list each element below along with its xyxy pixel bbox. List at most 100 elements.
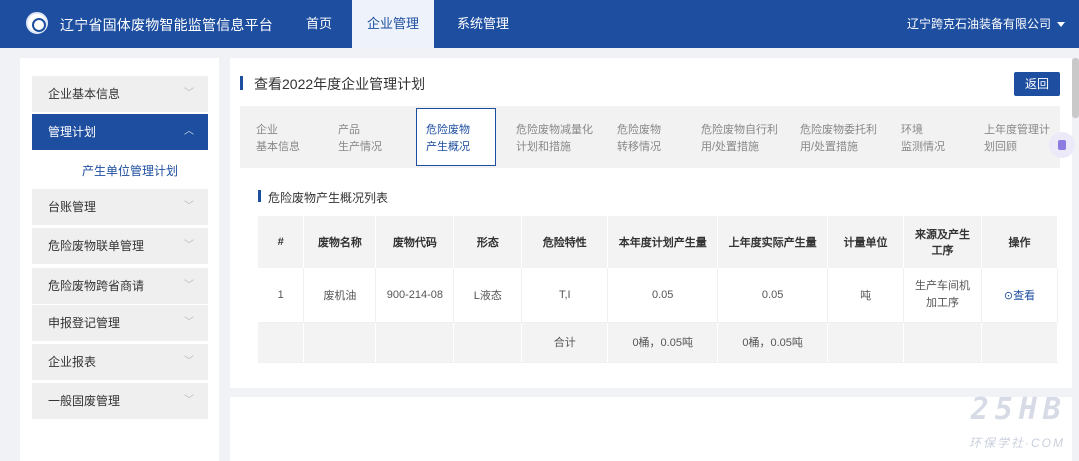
cell-waste-name: 废机油 <box>303 268 377 323</box>
tab-label-line1: 环境 <box>901 124 923 136</box>
tab-label-line1: 上年度管理计 <box>984 124 1050 136</box>
chevron-down-icon: ﹀ <box>184 356 194 367</box>
view-link[interactable]: ⊙查看 <box>1004 290 1035 302</box>
sidebar-item-label: 一般固废管理 <box>48 394 121 408</box>
cell-total-plan: 0桶，0.05吨 <box>607 322 719 363</box>
sidebar-item-reports[interactable]: 企业报表 ﹀ <box>32 344 208 380</box>
column-header: 操作 <box>981 216 1059 268</box>
cell-empty <box>903 322 982 363</box>
column-header: # <box>258 216 305 268</box>
tab-label-line2: 转移情况 <box>617 141 661 153</box>
cell-empty <box>453 322 523 363</box>
sidebar-item-enterprise-info[interactable]: 企业基本信息 ﹀ <box>32 76 208 112</box>
tab-monitoring[interactable]: 环境 监测情况 <box>891 108 945 166</box>
table-row: 1 废机油 900-214-08 L液态 T,I 0.05 0.05 吨 生产车… <box>258 268 1059 323</box>
tab-label-line1: 危险废物 <box>426 124 470 136</box>
tab-entrusted-disposal[interactable]: 危险废物委托利 用/处置措施 <box>790 108 877 166</box>
back-button[interactable]: 返回 <box>1014 72 1060 96</box>
section-accent-bar <box>258 190 261 202</box>
sidebar-item-label: 危险废物跨省商请 <box>48 279 145 293</box>
tab-label-line1: 危险废物 <box>617 124 661 136</box>
assistant-float-button[interactable] <box>1049 132 1075 158</box>
tab-last-year-review[interactable]: 上年度管理计 划回顾 <box>974 108 1050 166</box>
column-header: 本年度计划产生量 <box>607 216 719 268</box>
sidebar-item-manifest[interactable]: 危险废物联单管理 ﹀ <box>32 228 208 264</box>
chevron-down-icon: ﹀ <box>184 317 194 328</box>
cell-total-label: 合计 <box>521 322 609 363</box>
sidebar-item-general-waste[interactable]: 一般固废管理 ﹀ <box>32 383 208 419</box>
sidebar-subitem-producer-plan[interactable]: 产生单位管理计划 <box>32 153 208 189</box>
sidebar-item-label: 危险废物联单管理 <box>48 239 145 253</box>
column-header: 废物代码 <box>375 216 455 268</box>
cell-source: 生产车间机加工序 <box>903 268 982 323</box>
plan-tabs: 企业 基本信息 产品 生产情况 危险废物 产生概况 危险废物减量化 计划和措施 … <box>240 106 1060 168</box>
chevron-down-icon: ﹀ <box>184 395 194 406</box>
tab-label-line2: 产生概况 <box>426 141 470 153</box>
section-title: 危险废物产生概况列表 <box>268 191 389 205</box>
cell-plan-amount: 0.05 <box>607 268 719 323</box>
sidebar-item-label: 企业报表 <box>48 355 97 369</box>
column-header: 废物名称 <box>303 216 377 268</box>
cell-hazard: T,I <box>521 268 609 323</box>
sidebar-item-label: 台账管理 <box>48 200 97 214</box>
company-dropdown[interactable]: 辽宁跨克石油装备有限公司 <box>907 0 1065 48</box>
tab-label-line2: 生产情况 <box>338 141 382 153</box>
tab-label-line2: 用/处置措施 <box>800 141 859 153</box>
cell-waste-code: 900-214-08 <box>375 268 455 323</box>
cell-form: L液态 <box>453 268 523 323</box>
chevron-down-icon: ﹀ <box>184 280 194 291</box>
cell-index: 1 <box>258 268 305 323</box>
main-panel: 查看2022年度企业管理计划 返回 企业 基本信息 产品 生产情况 危险废物 产… <box>230 58 1072 388</box>
table-total-row: 合计 0桶，0.05吨 0桶，0.05吨 <box>258 322 1059 363</box>
tab-production[interactable]: 产品 生产情况 <box>328 108 382 166</box>
tab-label-line2: 监测情况 <box>901 141 945 153</box>
cell-action: ⊙查看 <box>981 268 1059 323</box>
tab-label-line1: 危险废物委托利 <box>800 124 877 136</box>
title-accent-bar <box>240 76 243 90</box>
tab-self-disposal[interactable]: 危险废物自行利 用/处置措施 <box>691 108 778 166</box>
chevron-down-icon: ﹀ <box>184 88 194 99</box>
tab-label-line2: 计划和措施 <box>516 141 571 153</box>
tab-enterprise-info[interactable]: 企业 基本信息 <box>246 108 300 166</box>
company-name: 辽宁跨克石油装备有限公司 <box>906 17 1051 31</box>
tab-label-line1: 危险废物减量化 <box>516 124 593 136</box>
hazardous-waste-table: # 废物名称 废物代码 形态 危险特性 本年度计划产生量 上年度实际产生量 计量… <box>258 216 1059 363</box>
tab-label-line1: 企业 <box>256 124 278 136</box>
chevron-up-icon: ︿ <box>184 126 194 137</box>
nav-system-management[interactable]: 系统管理 <box>446 0 520 48</box>
chevron-down-icon: ﹀ <box>184 201 194 212</box>
page-scrollbar[interactable] <box>1072 58 1079 118</box>
tab-transfer[interactable]: 危险废物 转移情况 <box>607 108 661 166</box>
cell-empty <box>375 322 455 363</box>
sidebar-item-declaration[interactable]: 申报登记管理 ﹀ <box>32 305 208 341</box>
watermark-text: 环保学社·COM <box>969 436 1065 450</box>
nav-enterprise-management[interactable]: 企业管理 <box>352 0 434 48</box>
tab-hazardous-overview[interactable]: 危险废物 产生概况 <box>416 108 496 166</box>
tab-label-line1: 危险废物自行利 <box>701 124 778 136</box>
caret-down-icon <box>1057 22 1065 28</box>
column-header: 计量单位 <box>827 216 905 268</box>
column-header: 危险特性 <box>521 216 609 268</box>
app-title: 辽宁省固体废物智能监管信息平台 <box>60 17 273 33</box>
tab-reduction-plan[interactable]: 危险废物减量化 计划和措施 <box>506 108 593 166</box>
column-header-text: 来源及产生工序 <box>915 229 970 257</box>
column-header: 来源及产生工序 <box>903 216 982 268</box>
cell-empty <box>981 322 1059 363</box>
tab-label-line1: 产品 <box>338 124 360 136</box>
column-header: 形态 <box>453 216 523 268</box>
sidebar-item-ledger[interactable]: 台账管理 ﹀ <box>32 189 208 225</box>
sidebar-item-label: 管理计划 <box>48 125 97 139</box>
sidebar-item-management-plan[interactable]: 管理计划 ︿ <box>32 114 208 150</box>
cell-empty <box>258 322 305 363</box>
tab-label-line2: 用/处置措施 <box>701 141 760 153</box>
view-link-label: 查看 <box>1013 289 1036 302</box>
cell-unit: 吨 <box>827 268 905 323</box>
watermark-logo: 25HB <box>970 392 1067 427</box>
sidebar-item-cross-province[interactable]: 危险废物跨省商请 ﹀ <box>32 268 208 304</box>
cell-source-text: 生产车间机加工序 <box>915 279 970 309</box>
chevron-down-icon: ﹀ <box>184 240 194 251</box>
nav-home[interactable]: 首页 <box>294 0 344 48</box>
eye-icon: ⊙ <box>1003 289 1014 302</box>
table-header-row: # 废物名称 废物代码 形态 危险特性 本年度计划产生量 上年度实际产生量 计量… <box>258 216 1059 268</box>
tab-label-line2: 基本信息 <box>256 141 300 153</box>
